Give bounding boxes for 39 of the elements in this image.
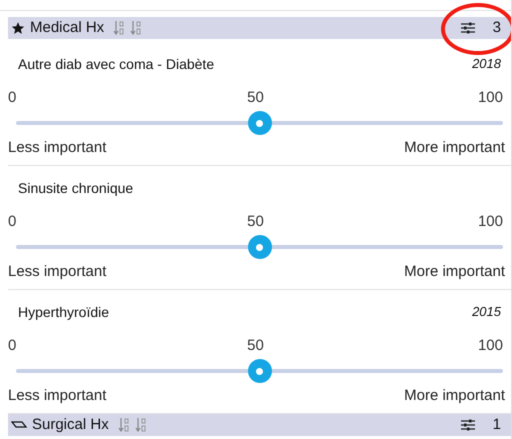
- sort-numeric-icon[interactable]: [113, 20, 126, 36]
- condition-year: 2015: [472, 303, 501, 322]
- condition-name: Autre diab avec coma - Diabète: [18, 54, 214, 74]
- item-count: 1: [492, 414, 501, 435]
- slider[interactable]: [16, 235, 503, 259]
- scale-low-label: Less important: [8, 138, 106, 158]
- sort-alpha-icon[interactable]: [130, 20, 142, 36]
- scale-high-label: More important: [404, 262, 505, 282]
- scale-max: 100: [476, 212, 503, 232]
- section-title: Medical Hx: [30, 18, 104, 38]
- scale-max: 100: [476, 88, 503, 108]
- slider[interactable]: [16, 111, 503, 135]
- slider[interactable]: [16, 359, 503, 383]
- slider-thumb[interactable]: [248, 359, 272, 383]
- section-title: Surgical Hx: [32, 414, 109, 435]
- slider-thumb[interactable]: [248, 235, 272, 259]
- scale-mid: 50: [247, 336, 264, 356]
- section-header[interactable]: Surgical Hx 1: [8, 414, 511, 436]
- scale-mid: 50: [247, 88, 264, 108]
- sliders-icon[interactable]: [460, 418, 476, 432]
- scale-low-label: Less important: [8, 262, 106, 282]
- scale-min: 0: [8, 212, 18, 232]
- condition-year: 2018: [472, 55, 501, 74]
- condition-name: Sinusite chronique: [18, 178, 134, 198]
- slider-thumb[interactable]: [248, 111, 272, 135]
- condition-name: Hyperthyroïdie: [18, 302, 110, 322]
- sort-alpha-icon[interactable]: [134, 417, 147, 433]
- scale-low-label: Less important: [8, 386, 106, 406]
- scale-high-label: More important: [404, 138, 505, 158]
- sliders-icon[interactable]: [460, 21, 476, 35]
- scale-min: 0: [8, 336, 18, 356]
- scale-min: 0: [8, 88, 18, 108]
- star-icon: [11, 21, 25, 35]
- section-header[interactable]: Medical Hx 3: [8, 17, 511, 39]
- item-count: 3: [492, 18, 501, 38]
- sort-numeric-icon[interactable]: [118, 417, 130, 433]
- scale-mid: 50: [247, 212, 264, 232]
- scale-max: 100: [476, 336, 503, 356]
- scale-high-label: More important: [404, 386, 505, 406]
